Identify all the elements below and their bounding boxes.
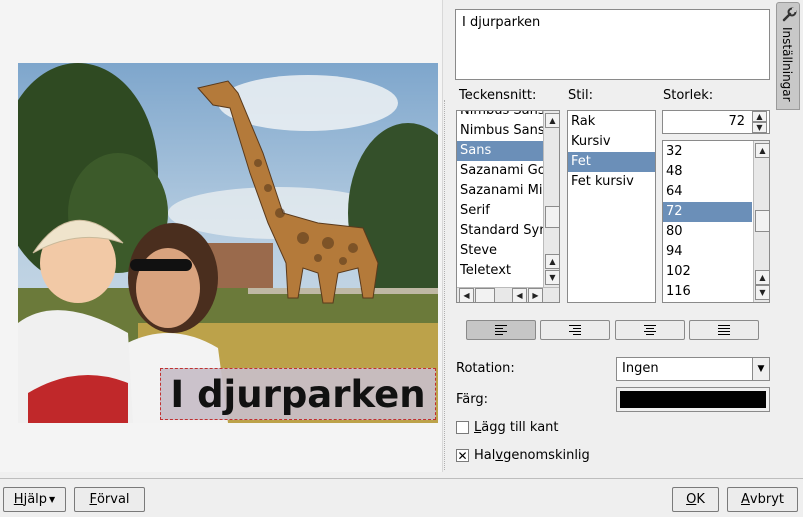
align-justify-icon: [718, 325, 730, 335]
size-list-item[interactable]: 64: [663, 182, 752, 202]
size-list-item[interactable]: 48: [663, 162, 752, 182]
text-input[interactable]: I djurparken: [455, 9, 770, 80]
caption-overlay[interactable]: I djurparken: [160, 368, 436, 420]
scroll-thumb[interactable]: [475, 288, 495, 302]
scroll-down-icon[interactable]: ▼: [545, 270, 559, 285]
style-list-item[interactable]: Fet: [568, 152, 655, 172]
size-list-header: Storlek:: [663, 88, 714, 103]
add-border-label[interactable]: Lägg till kant: [474, 420, 559, 435]
style-list[interactable]: Rak Kursiv Fet Fet kursiv: [567, 110, 656, 303]
size-list-vscrollbar[interactable]: ▲ ▲ ▼: [753, 141, 769, 302]
font-list-item[interactable]: Serif: [457, 201, 544, 221]
font-list-hscrollbar[interactable]: ◀ ◀ ▶: [457, 287, 559, 302]
font-list-item[interactable]: Sazanami Mi: [457, 181, 544, 201]
scroll-right-icon[interactable]: ▶: [528, 288, 543, 302]
color-swatch: [620, 391, 766, 408]
settings-tab-label: Inställningar: [780, 27, 794, 102]
defaults-button[interactable]: Förval: [74, 487, 145, 512]
font-list[interactable]: Nimbus Sans Nimbus Sans Sans Sazanami Go Saz…: [456, 110, 560, 303]
help-button[interactable]: Hjälp ▼: [3, 487, 66, 512]
font-list-item[interactable]: Teletext: [457, 261, 544, 281]
font-list-item[interactable]: Steve: [457, 241, 544, 261]
align-right-icon: [569, 325, 581, 335]
scroll-thumb[interactable]: [755, 210, 769, 232]
align-justify-button[interactable]: [689, 320, 759, 340]
color-label: Färg:: [456, 392, 488, 407]
rotation-dropdown[interactable]: Ingen ▼: [616, 357, 770, 381]
size-list-item[interactable]: 116: [663, 282, 752, 302]
align-left-icon: [495, 325, 507, 335]
size-list-item[interactable]: 102: [663, 262, 752, 282]
style-list-item[interactable]: Rak: [568, 112, 655, 132]
size-list-item[interactable]: 94: [663, 242, 752, 262]
font-list-header: Teckensnitt:: [459, 88, 537, 103]
size-list-item[interactable]: 32: [663, 142, 752, 162]
caption-text: I djurparken: [170, 372, 426, 416]
wrench-icon: [782, 7, 797, 22]
rotation-value: Ingen: [622, 361, 659, 376]
style-list-item[interactable]: Fet kursiv: [568, 172, 655, 192]
chevron-down-icon[interactable]: ▼: [752, 358, 769, 380]
scroll-thumb[interactable]: [545, 206, 559, 228]
size-list-item[interactable]: 80: [663, 222, 752, 242]
style-list-header: Stil:: [568, 88, 593, 103]
font-list-vscrollbar[interactable]: ▲ ▲ ▼: [543, 111, 559, 288]
color-picker-button[interactable]: [616, 387, 770, 412]
scroll-left-icon[interactable]: ◀: [459, 288, 474, 302]
dropdown-arrow-icon: ▼: [49, 495, 56, 504]
spin-up-icon[interactable]: ▲: [752, 111, 767, 122]
font-list-item[interactable]: Sazanami Go: [457, 161, 544, 181]
settings-tab[interactable]: Inställningar: [776, 2, 800, 110]
scroll-up-icon[interactable]: ▲: [545, 254, 559, 269]
scroll-up-icon[interactable]: ▲: [755, 270, 769, 285]
bottom-separator: [0, 478, 803, 479]
semi-transparent-checkbox[interactable]: ✕: [456, 449, 469, 462]
align-center-button[interactable]: [615, 320, 685, 340]
cancel-button[interactable]: Avbryt: [727, 487, 798, 512]
align-left-button[interactable]: [466, 320, 536, 340]
pane-separator: [444, 100, 445, 470]
scroll-down-icon[interactable]: ▼: [755, 285, 769, 300]
size-list-item[interactable]: 72: [663, 202, 752, 222]
size-list[interactable]: 32 48 64 72 80 94 102 116 ▲ ▲ ▼: [662, 140, 770, 303]
scroll-up-icon[interactable]: ▲: [545, 113, 559, 128]
font-list-item[interactable]: Nimbus Sans: [457, 111, 544, 121]
align-right-button[interactable]: [540, 320, 610, 340]
font-list-item[interactable]: Standard Syn: [457, 221, 544, 241]
size-value[interactable]: 72: [728, 114, 745, 129]
rotation-label: Rotation:: [456, 361, 515, 376]
font-list-item[interactable]: Sans: [457, 141, 544, 161]
size-spinbox[interactable]: 72 ▲ ▼: [662, 110, 770, 134]
style-list-item[interactable]: Kursiv: [568, 132, 655, 152]
semi-transparent-label[interactable]: Halvgenomskinlig: [474, 448, 590, 463]
font-list-item[interactable]: Nimbus Sans: [457, 121, 544, 141]
spin-down-icon[interactable]: ▼: [752, 122, 767, 133]
align-center-icon: [644, 325, 656, 335]
scroll-up-icon[interactable]: ▲: [755, 143, 769, 158]
scroll-left-icon[interactable]: ◀: [512, 288, 527, 302]
ok-button[interactable]: OK: [672, 487, 719, 512]
add-border-checkbox[interactable]: [456, 421, 469, 434]
